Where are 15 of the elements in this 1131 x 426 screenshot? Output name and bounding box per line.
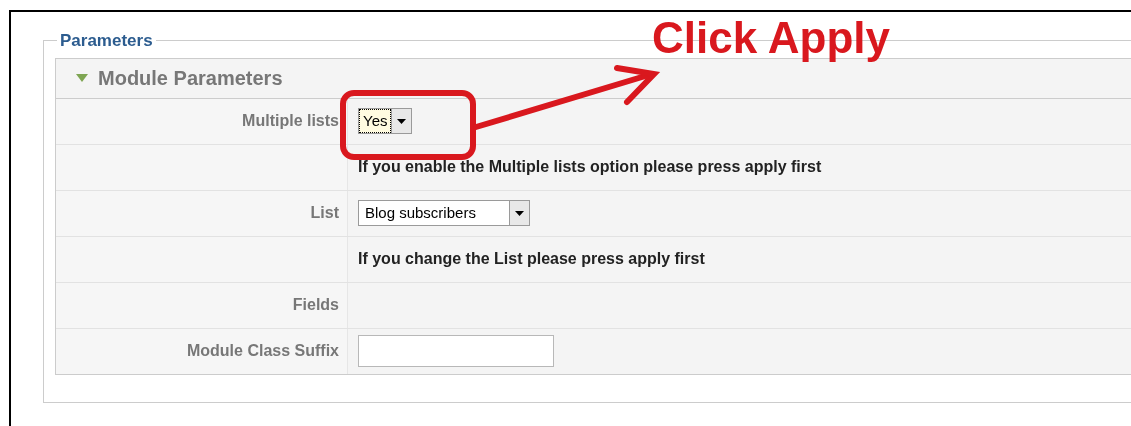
field-label: List xyxy=(310,203,339,223)
panel-title[interactable]: Module Parameters xyxy=(98,63,283,93)
field-label: Multiple lists xyxy=(242,111,339,131)
field-label: Fields xyxy=(292,295,339,315)
hint-text: If you change the List please press apply first xyxy=(358,249,705,269)
caret-icon xyxy=(515,210,524,216)
dropdown[interactable]: Blog subscribers xyxy=(358,200,530,226)
expand-triangle-icon[interactable] xyxy=(76,73,88,83)
annotation-text: Click Apply xyxy=(652,16,890,60)
caret-icon xyxy=(397,118,407,124)
hint-text: If you enable the Multiple lists option please press apply first xyxy=(358,157,822,177)
dropdown[interactable]: Yes xyxy=(358,108,413,134)
field-label: Module Class Suffix xyxy=(186,341,339,361)
input-field[interactable] xyxy=(358,335,554,367)
fieldset-legend: Parameters xyxy=(57,28,156,54)
